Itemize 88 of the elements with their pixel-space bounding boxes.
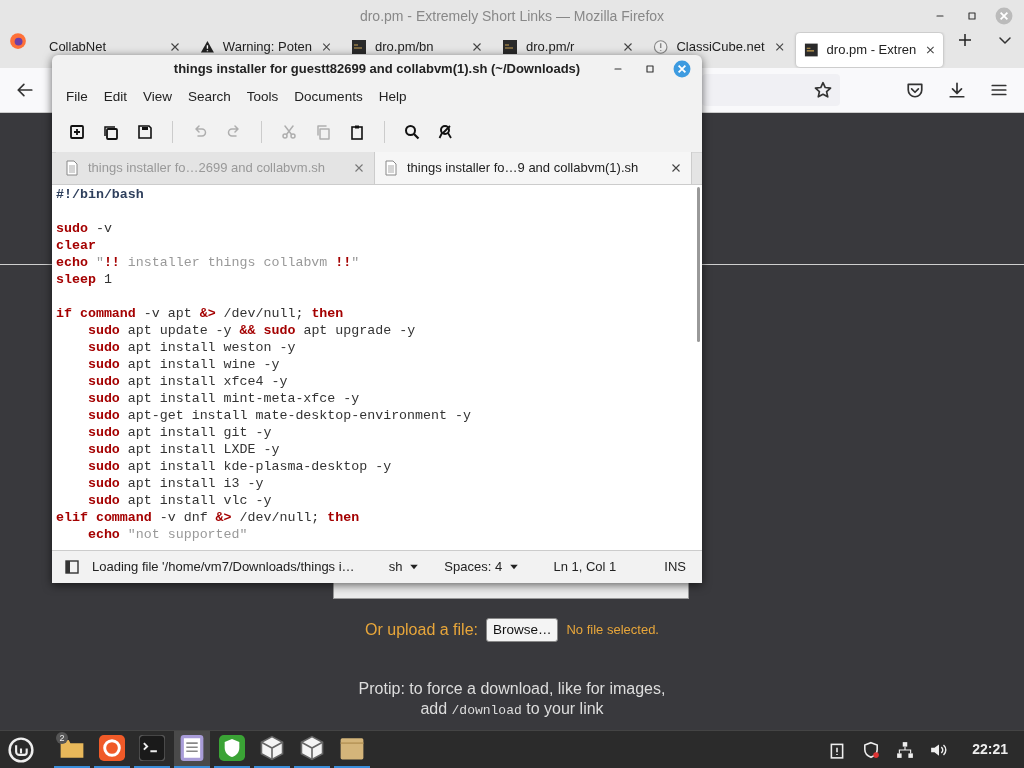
pocket-icon[interactable]: [906, 81, 924, 99]
browser-tab[interactable]: dro.pm/bn: [343, 38, 490, 55]
clock: 22:21: [972, 740, 1008, 759]
menu-item[interactable]: View: [137, 85, 179, 110]
code-line: if command -v apt &> /dev/null; then: [56, 305, 344, 322]
code-line: echo "not supported": [86, 526, 248, 543]
document-icon: [383, 160, 399, 176]
firefox-icon[interactable]: [9, 32, 27, 50]
find-replace-icon: [438, 124, 454, 140]
status-message: Loading file '/home/vm7/Downloads/things i…: [92, 558, 355, 577]
page-icon: [351, 38, 367, 55]
page-icon: [804, 42, 819, 58]
download-icon[interactable]: [948, 81, 966, 99]
side-panel-icon: [64, 559, 80, 575]
code-editor[interactable]: [52, 185, 702, 550]
maximize-icon: [966, 10, 978, 22]
document-tab[interactable]: things installer fo…9 and collabvm(1).sh: [374, 152, 692, 184]
windows-icon: [103, 124, 119, 140]
cube-icon: [259, 735, 285, 761]
cube-icon: [299, 735, 325, 761]
cursor-position: Ln 1, Col 1: [553, 558, 617, 577]
browser-tab[interactable]: CollabNet: [41, 38, 188, 55]
shield-icon: [219, 735, 245, 761]
code-line: sleep 1: [56, 271, 112, 288]
file-status: No file selected.: [566, 621, 659, 640]
search-icon: [404, 124, 420, 140]
terminal-icon: [139, 735, 165, 761]
upload-label: Or upload a file:: [365, 620, 478, 641]
warning-icon: [200, 38, 215, 55]
clipboard-icon: [349, 124, 365, 140]
menu-item[interactable]: Help: [372, 85, 413, 110]
code-line: sudo apt install LXDE -y: [86, 441, 280, 458]
copy-icon: [315, 124, 331, 140]
undo-icon: [192, 124, 208, 140]
star-icon[interactable]: [814, 81, 832, 99]
text-editor-icon: [179, 735, 205, 761]
code-line: sudo apt install weston -y: [86, 339, 296, 356]
document-icon: [64, 160, 80, 176]
menu-item[interactable]: Tools: [240, 85, 285, 110]
url-field[interactable]: [702, 74, 840, 106]
code-line: sudo apt install xfce4 -y: [86, 373, 288, 390]
scrollbar[interactable]: [697, 187, 700, 342]
new-document-icon: [69, 124, 85, 140]
plus-icon[interactable]: [957, 32, 973, 48]
code-line: sudo apt install mint-meta-xfce -y: [86, 390, 360, 407]
browse-button[interactable]: Browse…: [485, 618, 559, 643]
maximize-icon: [644, 63, 656, 75]
code-line: sudo apt install git -y: [86, 424, 272, 441]
browser-tab[interactable]: dro.pm/r: [494, 38, 641, 55]
browser-tab[interactable]: ClassiCube.net: [645, 38, 792, 55]
taskbar-app[interactable]: [174, 730, 210, 768]
insert-mode: INS: [664, 558, 686, 577]
code-line: sudo apt-get install mate-desktop-environment -y: [86, 407, 471, 424]
scissors-icon: [281, 124, 297, 140]
box-icon: [339, 735, 365, 761]
firefox-icon: [99, 735, 125, 761]
browser-tab[interactable]: Warning: Poten: [192, 38, 339, 55]
language-dropdown[interactable]: sh: [384, 557, 425, 577]
taskbar-app[interactable]: 2: [54, 730, 90, 768]
menu-item[interactable]: Search: [182, 85, 237, 110]
network-icon[interactable]: [896, 740, 915, 759]
protip-text: Protip: to force a download, like for images, add /download to your link: [357, 679, 667, 720]
menu-item[interactable]: Edit: [97, 85, 134, 110]
code-line: sudo apt install i3 -y: [86, 475, 264, 492]
menu-item[interactable]: Documents: [288, 85, 369, 110]
mint-logo-icon[interactable]: [8, 736, 34, 763]
close-icon: [673, 60, 691, 78]
menu-item[interactable]: File: [60, 85, 94, 110]
code-line: sudo apt install kde-plasma-desktop -y: [86, 458, 392, 475]
code-line: echo "!! installer things collabvm !!": [56, 254, 360, 271]
code-line: sudo apt install wine -y: [86, 356, 280, 373]
code-line: sudo apt update -y && sudo apt upgrade -y: [86, 322, 416, 339]
window-title: dro.pm - Extremely Short Links — Mozilla Firefox: [359, 6, 665, 26]
code-line: elif command -v dnf &> /dev/null; then: [56, 509, 360, 526]
count-badge: 2: [56, 731, 68, 744]
close-icon: [995, 7, 1013, 25]
indent-dropdown[interactable]: Spaces: 4: [440, 557, 525, 577]
shield-icon[interactable]: [862, 740, 881, 759]
back-icon[interactable]: [16, 81, 34, 99]
browser-tab[interactable]: dro.pm - Extren: [796, 33, 943, 67]
save-icon: [137, 124, 153, 140]
code-line: clear: [56, 237, 96, 254]
code-line: sudo -v: [56, 220, 112, 237]
redo-icon: [226, 124, 242, 140]
window-title: things installer for guestt82699 and collabvm(1).sh (~/Downloads): [173, 60, 581, 79]
page-icon: [502, 38, 518, 55]
code-line: #!/bin/bash: [56, 186, 144, 203]
code-line: sudo apt install vlc -y: [86, 492, 272, 509]
